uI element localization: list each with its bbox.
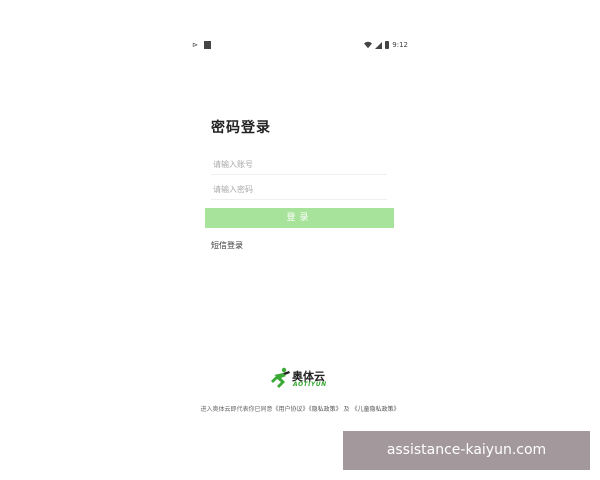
agreement-and: 及 — [343, 406, 350, 413]
password-input[interactable] — [211, 179, 387, 200]
agreement-prefix: 进入奥体云即代表你已同意 — [200, 406, 273, 413]
account-input[interactable] — [211, 154, 387, 175]
page-title: 密码登录 — [211, 120, 271, 136]
watermark-banner: assistance-kaiyun.com — [343, 431, 590, 470]
logo-name-en: AOTIYUN — [293, 381, 327, 388]
app-logo: 奥体云 AOTIYUN — [271, 367, 351, 391]
signal-icon — [375, 41, 383, 49]
agreement-text: 进入奥体云即代表你已同意《用户协议》《隐私政策》 及 《儿童隐私政策》 — [192, 405, 408, 415]
status-bar-right: 9:12 — [364, 40, 408, 50]
user-agreement-link[interactable]: 《用户协议》 — [273, 406, 309, 413]
status-bar-left: ⊳ — [192, 40, 211, 50]
runner-logo-icon — [271, 367, 290, 388]
status-time: 9:12 — [392, 41, 408, 49]
status-bar: ⊳ 9:12 — [190, 39, 410, 53]
login-button[interactable]: 登录 — [205, 208, 394, 228]
wifi-icon — [364, 41, 373, 49]
privacy-policy-link[interactable]: 《隐私政策》 — [309, 406, 342, 413]
notification-icon: ⊳ — [192, 41, 198, 49]
login-screen: ⊳ 9:12 密码登录 登录 短信登录 奥体云 AOTIYUN 进入奥体云即代表… — [0, 0, 600, 480]
battery-icon — [385, 41, 390, 49]
sms-login-link[interactable]: 短信登录 — [211, 240, 243, 251]
child-privacy-policy-link[interactable]: 《儿童隐私政策》 — [351, 406, 399, 413]
sim-icon — [203, 41, 211, 49]
